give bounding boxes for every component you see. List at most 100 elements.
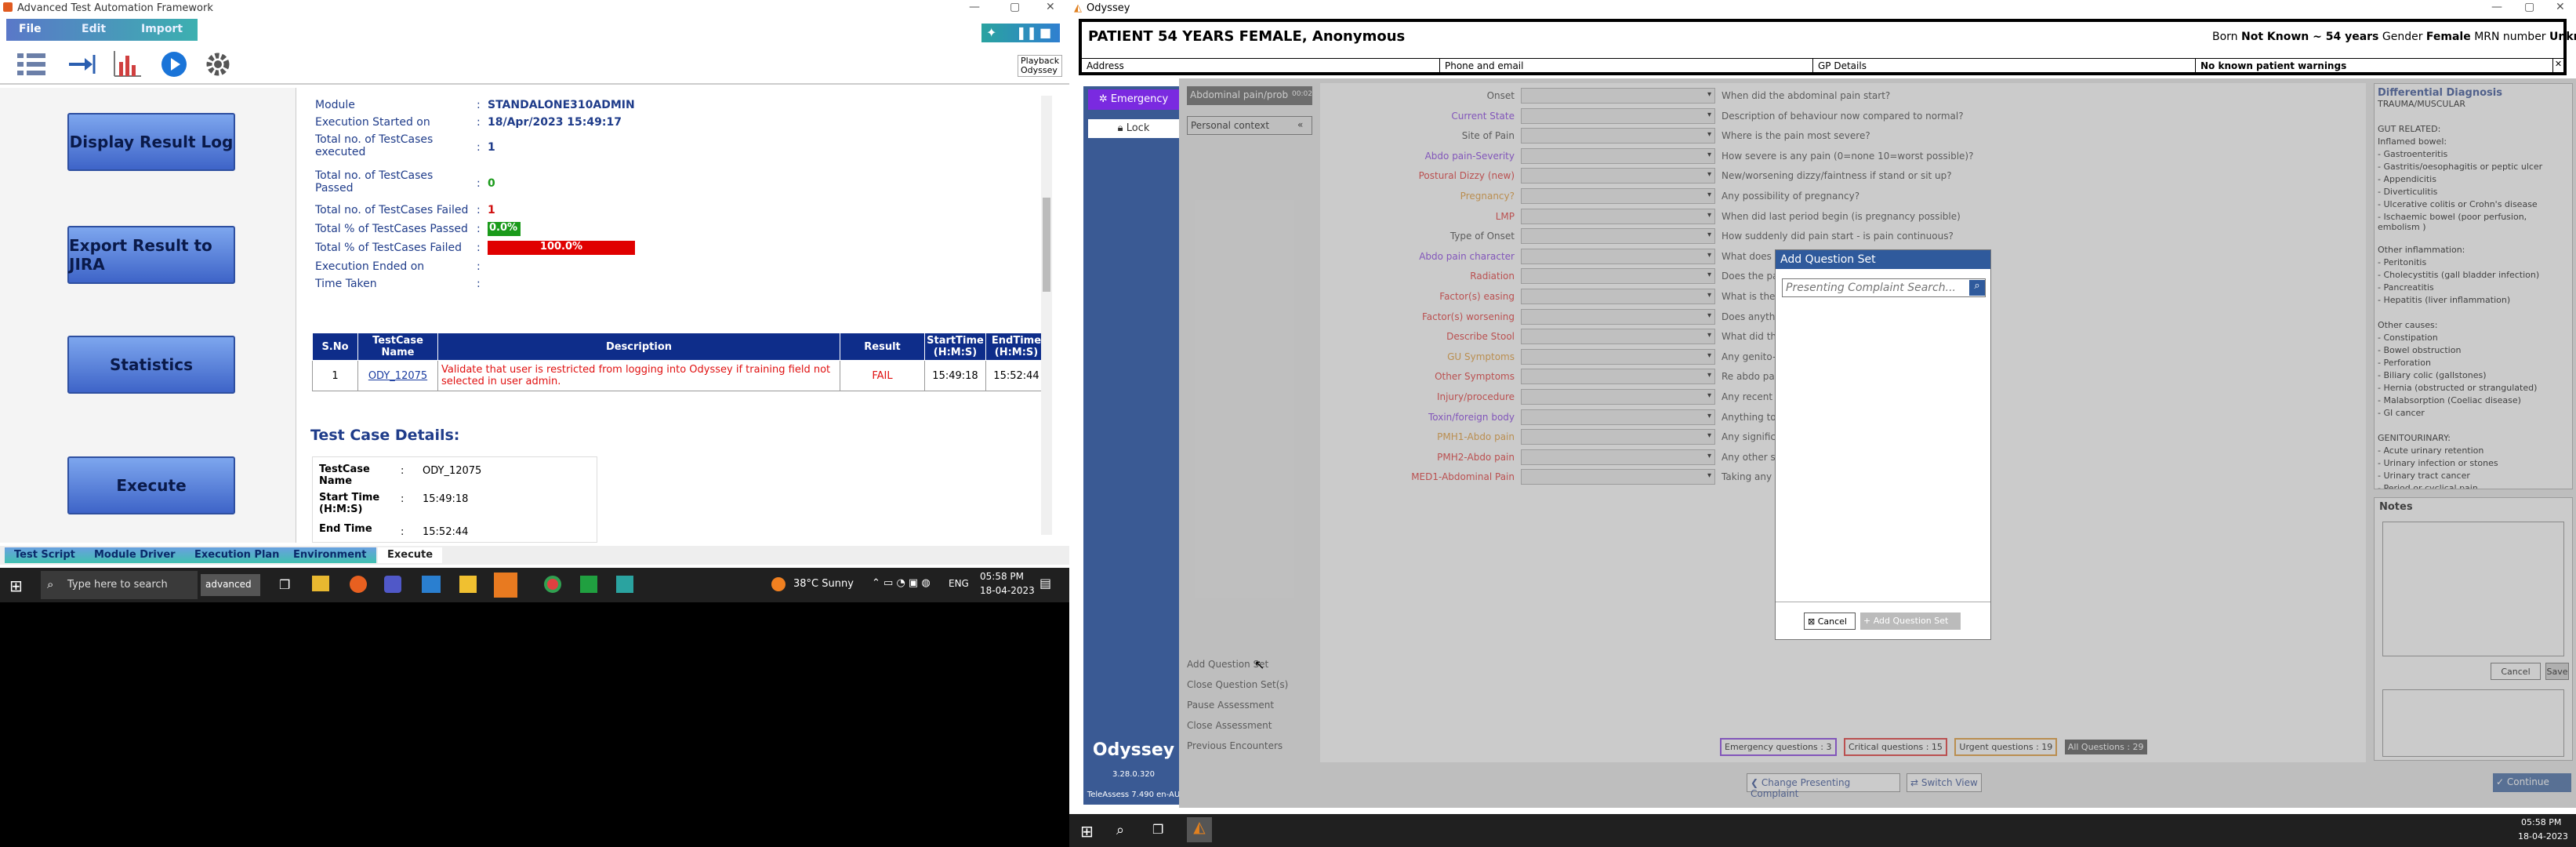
tab-module-driver[interactable]: Module Driver — [85, 547, 185, 563]
firefox-icon[interactable] — [350, 576, 367, 593]
address-field[interactable]: Address — [1087, 60, 1124, 71]
taskbar-app-advanced[interactable]: advanced — [201, 574, 260, 596]
lock-button[interactable]: 🔒︎ Lock — [1088, 119, 1179, 138]
sep: : — [477, 116, 481, 129]
patient-info-row: Address Phone and email GP Details No kn… — [1082, 58, 2563, 73]
pause-icon[interactable]: ❚❚ — [1016, 25, 1037, 40]
stop-icon[interactable]: ■ — [1039, 25, 1051, 40]
minimize-icon[interactable]: — — [969, 1, 980, 13]
window-title: Odyssey — [1087, 2, 1130, 14]
sep: : — [477, 99, 481, 111]
toolbar-right-icons: ✦ ❚❚ ■ — [981, 24, 1060, 42]
scrollbar[interactable] — [1041, 96, 1052, 535]
taskbar-secondary: ⊞ ⌕ ❐ ◭ 05:58 PM 18-04-2023 — [1069, 814, 2576, 847]
pct-passed-label: Total % of TestCases Passed — [315, 223, 468, 235]
windows-start-icon[interactable]: ⊞ — [1080, 822, 1094, 841]
maximize-icon[interactable]: ▢ — [2524, 1, 2534, 13]
menu-import[interactable]: Import — [141, 23, 183, 35]
import-arrow-icon[interactable] — [64, 47, 99, 82]
close-icon[interactable]: ✕ — [2556, 1, 2565, 13]
odyssey-taskbar-icon[interactable]: ◭ — [1187, 817, 1212, 842]
tab-test-script[interactable]: Test Script — [5, 547, 85, 563]
result-content: Module : STANDALONE310ADMIN Execution St… — [301, 88, 1055, 543]
bar-chart-icon[interactable] — [110, 47, 144, 82]
language-indicator[interactable]: ENG — [949, 578, 969, 589]
automation-framework-window: Advanced Test Automation Framework — ▢ ✕… — [0, 0, 1069, 602]
windows-start-icon[interactable]: ⊞ — [9, 576, 23, 595]
brand-label: Odyssey — [1092, 740, 1175, 760]
sep: : — [477, 204, 481, 216]
list-icon[interactable] — [14, 47, 49, 82]
mrn-value: Unknown — [2549, 31, 2576, 43]
menu-file[interactable]: File — [19, 23, 42, 35]
tab-execution-plan[interactable]: Execution Plan — [185, 547, 289, 563]
search-icon[interactable]: ⌕ — [1969, 280, 1985, 296]
outlook-icon[interactable] — [494, 573, 517, 598]
app-icon[interactable] — [422, 576, 441, 593]
col-start: StartTime (H:M:S) — [924, 333, 986, 361]
cell-start: 15:49:18 — [924, 360, 986, 391]
notification-icon[interactable]: ▤ — [1039, 576, 1051, 591]
close-warnings-icon[interactable]: ✕ — [2552, 59, 2563, 73]
complaint-search-box[interactable]: ⌕ — [1782, 278, 1986, 297]
display-result-log-button[interactable]: Display Result Log — [67, 113, 235, 171]
excel-icon[interactable] — [580, 576, 597, 593]
emergency-button[interactable]: ✲ Emergency — [1088, 89, 1179, 110]
taskbar-search[interactable]: ⌕ Type here to search — [41, 571, 198, 599]
details-name-label: TestCase Name — [319, 463, 370, 487]
col-end: EndTime (H:M:S) — [985, 333, 1047, 361]
clock-date[interactable]: 18-04-2023 — [980, 585, 1035, 596]
total-executed-value: 1 — [488, 141, 495, 154]
total-passed-value: 0 — [488, 177, 495, 190]
phone-field[interactable]: Phone and email — [1439, 59, 1528, 73]
tab-environment[interactable]: Environment — [284, 547, 376, 563]
task-view-icon[interactable]: ❐ — [1152, 822, 1163, 837]
lock-label: Lock — [1126, 122, 1150, 134]
details-end-value: 15:52:44 — [423, 526, 469, 538]
dialog-add-button[interactable]: + Add Question Set — [1860, 613, 1961, 630]
maximize-icon[interactable]: ▢ — [1010, 1, 1020, 13]
folder-icon[interactable] — [312, 576, 329, 591]
time-taken-label: Time Taken — [315, 278, 377, 290]
complaint-search-input[interactable] — [1786, 280, 1963, 296]
born-value: Not Known ~ 54 years — [2241, 31, 2379, 43]
clock-time[interactable]: 05:58 PM — [980, 571, 1024, 582]
statistics-button[interactable]: Statistics — [67, 336, 235, 394]
taskbar: ⊞ ⌕ Type here to search advanced ❐ 38°C … — [0, 568, 1069, 602]
details-heading: Test Case Details: — [310, 427, 460, 444]
python-icon[interactable] — [459, 576, 477, 593]
play-icon[interactable] — [157, 47, 191, 82]
patient-demographics: Born Not Known ~ 54 years Gender Female … — [2212, 31, 2576, 43]
exec-ended-label: Execution Ended on — [315, 260, 425, 273]
menu-edit[interactable]: Edit — [82, 23, 106, 35]
window-title: Advanced Test Automation Framework — [17, 2, 213, 14]
gp-field[interactable]: GP Details — [1812, 59, 1871, 73]
chrome-icon[interactable] — [544, 576, 561, 593]
export-jira-button[interactable]: Export Result to JIRA — [67, 226, 235, 284]
app-icon — [3, 2, 13, 12]
testcase-link[interactable]: ODY_12075 — [357, 360, 438, 391]
scrollbar-thumb[interactable] — [1043, 198, 1050, 292]
tray-icons[interactable]: ⌃ ▭ ◔ ▣ ◍ — [872, 577, 931, 589]
task-view-icon[interactable]: ❐ — [279, 577, 290, 592]
dialog-cancel-button[interactable]: ⊠ Cancel — [1804, 613, 1856, 630]
clock-time[interactable]: 05:58 PM — [2521, 817, 2561, 827]
playback-box: Playback Odyssey — [1018, 55, 1063, 77]
sep: : — [401, 493, 405, 505]
alert-icon: ✲ — [1098, 93, 1111, 105]
close-icon[interactable]: ✕ — [1046, 1, 1055, 13]
menu-bar: File Edit Import — [6, 19, 198, 41]
minimize-icon[interactable]: — — [2491, 1, 2502, 13]
details-start-value: 15:49:18 — [423, 493, 469, 505]
total-passed-label: Total no. of TestCases Passed — [315, 169, 434, 194]
warnings-field[interactable]: No known patient warnings — [2195, 59, 2351, 73]
automation-icon[interactable] — [616, 576, 633, 593]
teleassess-label: TeleAssess 7.490 en-AU — [1087, 791, 1181, 799]
details-end-label: End Time — [319, 523, 372, 535]
gear-icon[interactable] — [201, 47, 235, 82]
teams-icon[interactable] — [384, 576, 401, 593]
clock-date[interactable]: 18-04-2023 — [2518, 831, 2568, 842]
execute-button[interactable]: Execute — [67, 456, 235, 514]
search-icon[interactable]: ⌕ — [1116, 822, 1124, 838]
tab-execute[interactable]: Execute — [378, 547, 443, 563]
